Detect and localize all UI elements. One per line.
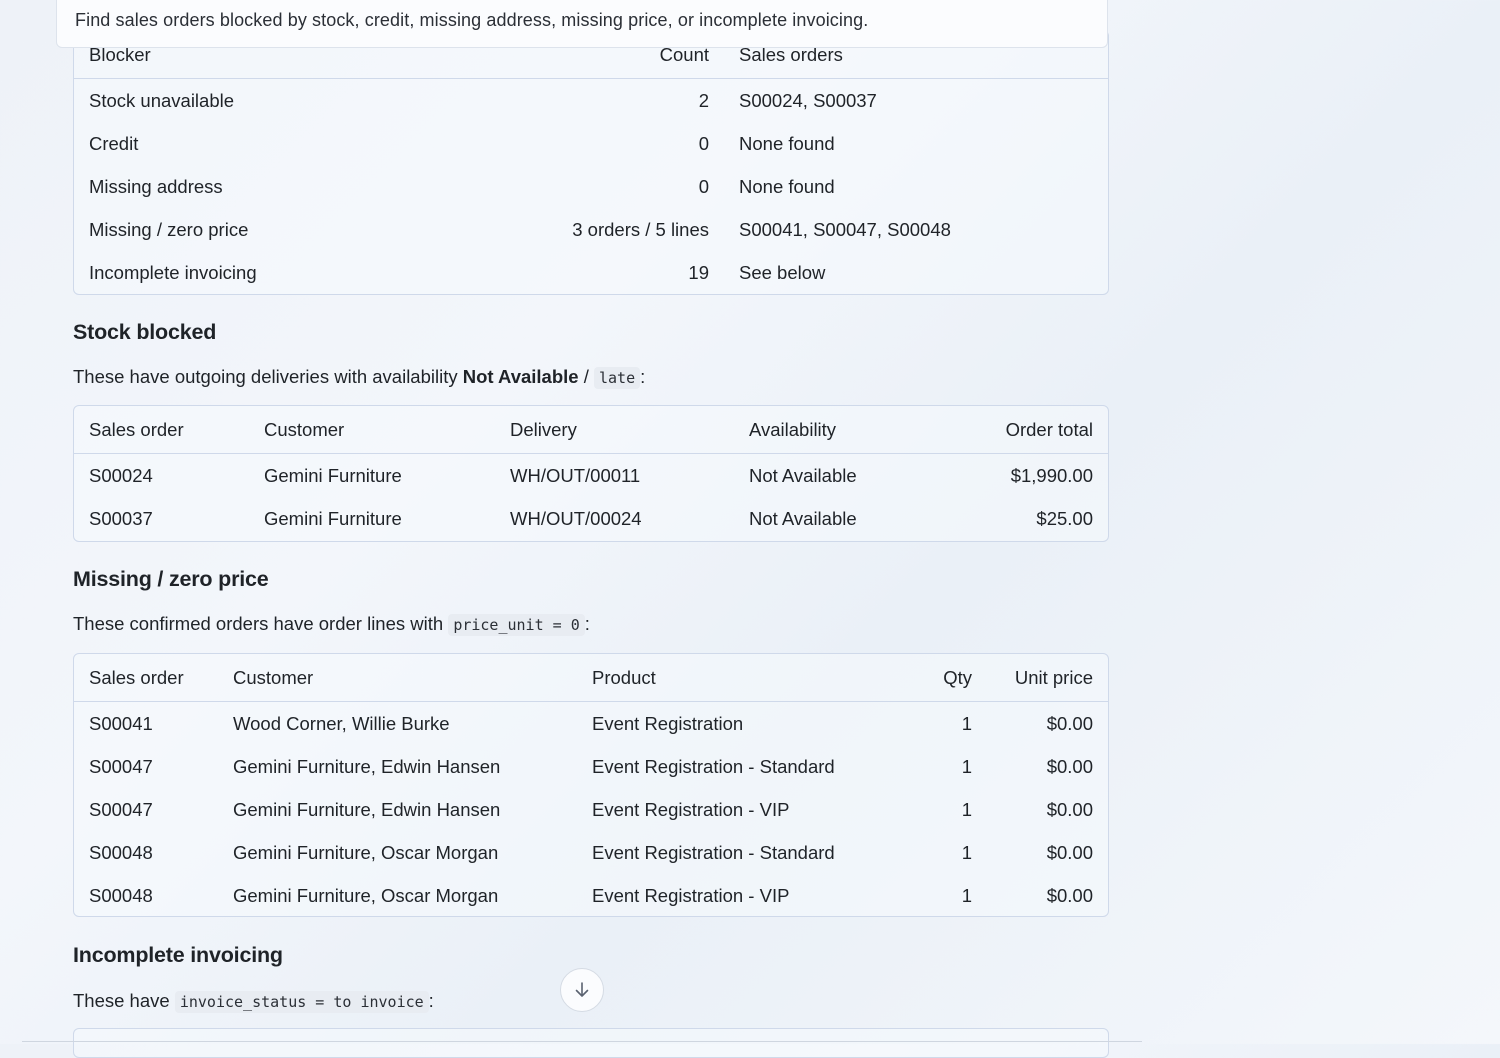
stock-cell: WH/OUT/00011 (510, 464, 641, 486)
summary-cell: 3 orders / 5 lines (572, 218, 709, 240)
stock-header-delivery: Delivery (495, 406, 734, 454)
stock-cell: S00024 (89, 464, 153, 486)
price-cell: Event Registration - Standard (592, 841, 835, 863)
summary-cell: 0 (698, 175, 709, 197)
price-intro-text: These confirmed orders have order lines … (73, 613, 449, 634)
stock-intro-code: late (594, 367, 641, 389)
section-title-stock: Stock blocked (73, 320, 217, 344)
summary-cell: 0 (698, 132, 709, 154)
price-intro-code: price_unit = 0 (448, 614, 585, 636)
summary-cell: 19 (688, 261, 709, 283)
summary-cell: Credit (89, 132, 139, 154)
price-cell: 1 (961, 798, 972, 820)
price-cell: 1 (961, 712, 972, 734)
summary-cell: Stock unavailable (89, 89, 235, 111)
price-intro-end: : (584, 613, 590, 634)
stock-cell: Not Available (749, 507, 857, 529)
stock-intro-bold: Not Available (462, 366, 579, 387)
arrow-down-icon (572, 980, 592, 1000)
price-cell: $0.00 (1046, 798, 1093, 820)
invoicing-intro-code: invoice_status = to invoice (174, 991, 429, 1013)
price-cell: Event Registration - VIP (592, 798, 790, 820)
price-cell: Wood Corner, Willie Burke (233, 712, 450, 734)
summary-cell: Missing address (89, 175, 223, 197)
stock-cell: $25.00 (1036, 507, 1093, 529)
table-row: Stock unavailable 2 S00024, S00037 (74, 79, 1108, 123)
price-cell: $0.00 (1046, 755, 1093, 777)
stock-table: Sales order Customer Delivery Availabili… (73, 405, 1109, 542)
summary-cell: Incomplete invoicing (89, 261, 257, 283)
table-row: S00048 Gemini Furniture, Oscar Morgan Ev… (74, 831, 1108, 874)
query-message: Find sales orders blocked by stock, cred… (56, 0, 1108, 48)
price-cell: Event Registration (592, 712, 744, 734)
stock-cell: Not Available (749, 464, 857, 486)
summary-cell: S00024, S00037 (739, 89, 877, 111)
summary-cell: S00041, S00047, S00048 (739, 218, 951, 240)
section-title-price: Missing / zero price (73, 567, 269, 591)
stock-header-total: Order total (944, 406, 1108, 454)
invoicing-intro-text: These have (73, 990, 175, 1011)
price-cell: Event Registration - VIP (592, 884, 790, 906)
price-cell: $0.00 (1046, 712, 1093, 734)
price-cell: Gemini Furniture, Edwin Hansen (233, 798, 501, 820)
stock-header-row: Sales order Customer Delivery Availabili… (74, 406, 1108, 454)
table-row: S00024 Gemini Furniture WH/OUT/00011 Not… (74, 454, 1108, 498)
table-row: S00047 Gemini Furniture, Edwin Hansen Ev… (74, 745, 1108, 788)
stock-cell: $1,990.00 (1010, 464, 1093, 486)
table-row: Incomplete invoicing 19 See below (74, 251, 1108, 294)
invoicing-intro: These have invoice_status = to invoice: (73, 990, 434, 1013)
stock-cell: WH/OUT/00024 (510, 507, 642, 529)
scroll-down-button[interactable] (560, 968, 604, 1012)
price-intro: These confirmed orders have order lines … (73, 613, 590, 636)
table-row: S00037 Gemini Furniture WH/OUT/00024 Not… (74, 497, 1108, 540)
table-row: S00047 Gemini Furniture, Edwin Hansen Ev… (74, 788, 1108, 831)
price-header-row: Sales order Customer Product Qty Unit pr… (74, 654, 1108, 702)
price-header-customer: Customer (218, 654, 577, 702)
price-cell: 1 (961, 755, 972, 777)
stock-cell: Gemini Furniture (264, 507, 402, 529)
price-cell: S00041 (89, 712, 153, 734)
stock-cell: S00037 (89, 507, 153, 529)
stock-header-availability: Availability (734, 406, 944, 454)
stock-header-order: Sales order (74, 406, 249, 454)
stock-intro: These have outgoing deliveries with avai… (73, 366, 646, 389)
price-cell: S00048 (89, 884, 153, 906)
table-row: S00048 Gemini Furniture, Oscar Morgan Ev… (74, 874, 1108, 916)
table-row: Missing / zero price 3 orders / 5 lines … (74, 208, 1108, 251)
price-header-unit-price: Unit price (987, 654, 1108, 702)
stock-intro-sep: / (578, 366, 594, 387)
summary-cell: 2 (698, 89, 709, 111)
table-row: Missing address 0 None found (74, 165, 1108, 208)
section-title-invoicing: Incomplete invoicing (73, 943, 283, 967)
price-cell: 1 (961, 884, 972, 906)
stock-header-customer: Customer (249, 406, 495, 454)
stock-intro-text: These have outgoing deliveries with avai… (73, 366, 463, 387)
stock-cell: Gemini Furniture (264, 464, 402, 486)
price-cell: Gemini Furniture, Oscar Morgan (233, 884, 499, 906)
stock-intro-end: : (640, 366, 646, 387)
price-cell: S00048 (89, 841, 153, 863)
price-cell: Gemini Furniture, Oscar Morgan (233, 841, 499, 863)
summary-table: Blocker Count Sales orders Stock unavail… (73, 30, 1109, 295)
summary-cell: None found (739, 175, 835, 197)
table-row: S00041 Wood Corner, Willie Burke Event R… (74, 702, 1108, 746)
price-cell: S00047 (89, 755, 153, 777)
query-text: Find sales orders blocked by stock, cred… (75, 10, 869, 30)
summary-cell: None found (739, 132, 835, 154)
summary-cell: Missing / zero price (89, 218, 249, 240)
composer-edge (22, 1041, 1142, 1045)
price-header-qty: Qty (907, 654, 987, 702)
price-cell: 1 (961, 841, 972, 863)
price-cell: $0.00 (1046, 884, 1093, 906)
table-row: Credit 0 None found (74, 122, 1108, 165)
price-cell: Event Registration - Standard (592, 755, 835, 777)
price-cell: S00047 (89, 798, 153, 820)
invoicing-intro-end: : (428, 990, 434, 1011)
price-header-order: Sales order (74, 654, 218, 702)
summary-cell: See below (739, 261, 826, 283)
price-cell: $0.00 (1046, 841, 1093, 863)
price-cell: Gemini Furniture, Edwin Hansen (233, 755, 501, 777)
price-header-product: Product (577, 654, 907, 702)
price-table: Sales order Customer Product Qty Unit pr… (73, 653, 1109, 917)
